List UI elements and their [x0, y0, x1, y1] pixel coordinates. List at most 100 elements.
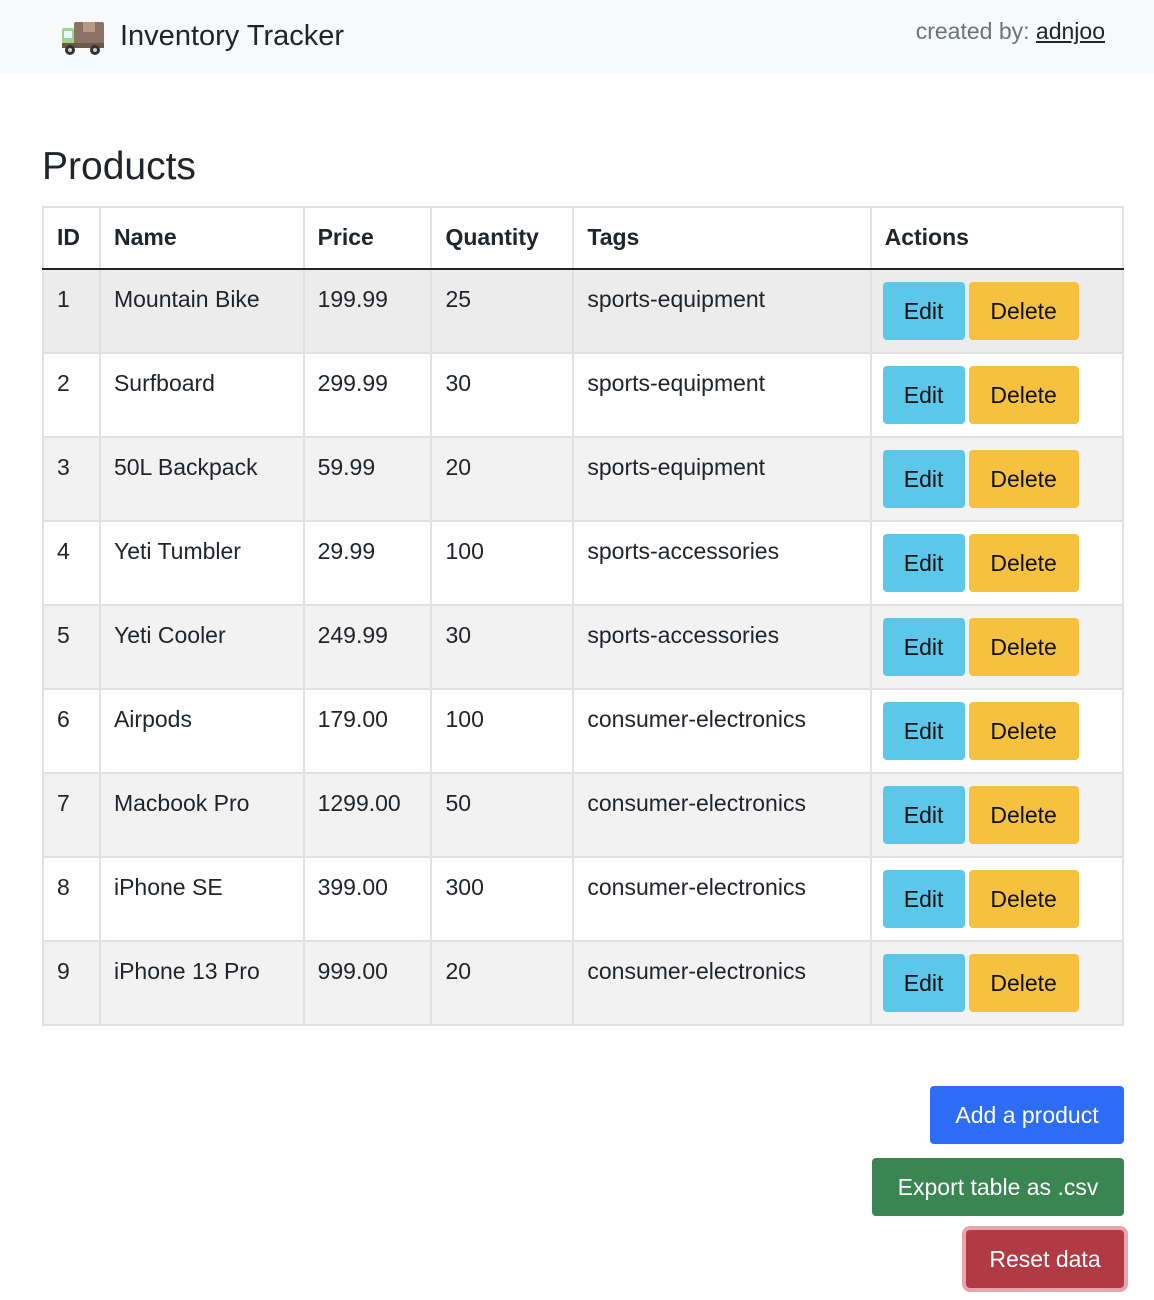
cell-tags: sports-accessories: [572, 520, 872, 606]
cell-name: Yeti Tumbler: [98, 520, 305, 606]
delete-button[interactable]: Delete: [968, 870, 1079, 928]
cell-quantity: 25: [430, 268, 575, 354]
delete-button[interactable]: Delete: [968, 450, 1079, 508]
cell-actions: Edit Delete: [869, 772, 1125, 858]
cell-tags: consumer-electronics: [572, 688, 872, 774]
cell-actions: Edit Delete: [869, 268, 1125, 354]
products-table: ID Name Price Quantity Tags Actions 1 Mou…: [42, 206, 1125, 1026]
header-name: Name: [98, 206, 305, 270]
delete-button[interactable]: Delete: [968, 702, 1079, 760]
cell-price: 199.99: [302, 268, 433, 354]
cell-tags: sports-equipment: [572, 352, 872, 438]
cell-price: 999.00: [302, 940, 433, 1026]
cell-id: 4: [42, 520, 101, 606]
delete-button[interactable]: Delete: [968, 366, 1079, 424]
table-row: 3 50L Backpack 59.99 20 sports-equipment Edit…: [42, 436, 1125, 522]
cell-name: Macbook Pro: [98, 772, 305, 858]
delivery-truck-icon: [62, 22, 104, 55]
cell-quantity: 300: [430, 856, 575, 942]
cell-name: Surfboard: [98, 352, 305, 438]
cell-tags: consumer-electronics: [572, 940, 872, 1026]
table-row: 2 Surfboard 299.99 30 sports-equipment Edit De…: [42, 352, 1125, 438]
page-title: Products: [42, 145, 196, 188]
cell-quantity: 30: [430, 352, 575, 438]
table-row: 6 Airpods 179.00 100 consumer-electronics Edi…: [42, 688, 1125, 774]
delete-button[interactable]: Delete: [968, 786, 1079, 844]
cell-price: 59.99: [302, 436, 433, 522]
cell-price: 249.99: [302, 604, 433, 690]
cell-actions: Edit Delete: [869, 352, 1125, 438]
cell-name: 50L Backpack: [98, 436, 305, 522]
cell-tags: sports-accessories: [572, 604, 872, 690]
cell-id: 9: [42, 940, 101, 1026]
cell-quantity: 100: [430, 520, 575, 606]
cell-quantity: 50: [430, 772, 575, 858]
table-row: 1 Mountain Bike 199.99 25 sports-equipment Ed…: [42, 268, 1125, 354]
header-id: ID: [42, 206, 101, 270]
table-row: 5 Yeti Cooler 249.99 30 sports-accessories Ed…: [42, 604, 1125, 690]
cell-price: 179.00: [302, 688, 433, 774]
cell-quantity: 30: [430, 604, 575, 690]
edit-button[interactable]: Edit: [882, 366, 965, 424]
cell-id: 1: [42, 268, 101, 354]
cell-name: iPhone SE: [98, 856, 305, 942]
table-header-row: ID Name Price Quantity Tags Actions: [42, 206, 1125, 270]
cell-actions: Edit Delete: [869, 856, 1125, 942]
cell-id: 7: [42, 772, 101, 858]
cell-actions: Edit Delete: [869, 436, 1125, 522]
cell-name: iPhone 13 Pro: [98, 940, 305, 1026]
edit-button[interactable]: Edit: [882, 534, 965, 592]
cell-price: 29.99: [302, 520, 433, 606]
cell-actions: Edit Delete: [869, 688, 1125, 774]
header-tags: Tags: [572, 206, 872, 270]
created-by-label: created by:: [915, 18, 1030, 44]
author-link[interactable]: adnjoo: [1036, 18, 1105, 44]
edit-button[interactable]: Edit: [882, 786, 965, 844]
edit-button[interactable]: Edit: [882, 954, 965, 1012]
cell-price: 399.00: [302, 856, 433, 942]
cell-id: 3: [42, 436, 101, 522]
table-body: 1 Mountain Bike 199.99 25 sports-equipment Ed…: [42, 268, 1125, 1026]
cell-id: 5: [42, 604, 101, 690]
cell-quantity: 100: [430, 688, 575, 774]
reset-data-button[interactable]: Reset data: [966, 1230, 1124, 1288]
delete-button[interactable]: Delete: [968, 954, 1079, 1012]
table-row: 4 Yeti Tumbler 29.99 100 sports-accessories E…: [42, 520, 1125, 606]
app-title: Inventory Tracker: [120, 19, 345, 52]
edit-button[interactable]: Edit: [882, 618, 965, 676]
delete-button[interactable]: Delete: [968, 282, 1079, 340]
edit-button[interactable]: Edit: [882, 702, 965, 760]
cell-name: Airpods: [98, 688, 305, 774]
cell-name: Mountain Bike: [98, 268, 305, 354]
cell-tags: sports-equipment: [572, 436, 872, 522]
cell-id: 2: [42, 352, 101, 438]
cell-actions: Edit Delete: [869, 520, 1125, 606]
navbar: Inventory Tracker created by: adnjoo: [0, 0, 1154, 74]
cell-name: Yeti Cooler: [98, 604, 305, 690]
table-row: 8 iPhone SE 399.00 300 consumer-electronics E…: [42, 856, 1125, 942]
table-row: 7 Macbook Pro 1299.00 50 consumer-electronic…: [42, 772, 1125, 858]
created-by: created by: adnjoo: [916, 18, 1105, 45]
header-price: Price: [302, 206, 433, 270]
header-actions: Actions: [869, 206, 1125, 270]
delete-button[interactable]: Delete: [968, 618, 1079, 676]
cell-id: 8: [42, 856, 101, 942]
add-product-button[interactable]: Add a product: [930, 1086, 1124, 1144]
cell-actions: Edit Delete: [869, 604, 1125, 690]
cell-price: 1299.00: [302, 772, 433, 858]
edit-button[interactable]: Edit: [882, 870, 965, 928]
cell-tags: consumer-electronics: [572, 856, 872, 942]
edit-button[interactable]: Edit: [882, 282, 965, 340]
edit-button[interactable]: Edit: [882, 450, 965, 508]
export-csv-button[interactable]: Export table as .csv: [872, 1158, 1124, 1216]
delete-button[interactable]: Delete: [968, 534, 1079, 592]
cell-tags: sports-equipment: [572, 268, 872, 354]
cell-quantity: 20: [430, 436, 575, 522]
cell-quantity: 20: [430, 940, 575, 1026]
cell-tags: consumer-electronics: [572, 772, 872, 858]
table-row: 9 iPhone 13 Pro 999.00 20 consumer-electroni…: [42, 940, 1125, 1026]
brand[interactable]: Inventory Tracker: [60, 14, 344, 58]
cell-actions: Edit Delete: [869, 940, 1125, 1026]
cell-price: 299.99: [302, 352, 433, 438]
cell-id: 6: [42, 688, 101, 774]
